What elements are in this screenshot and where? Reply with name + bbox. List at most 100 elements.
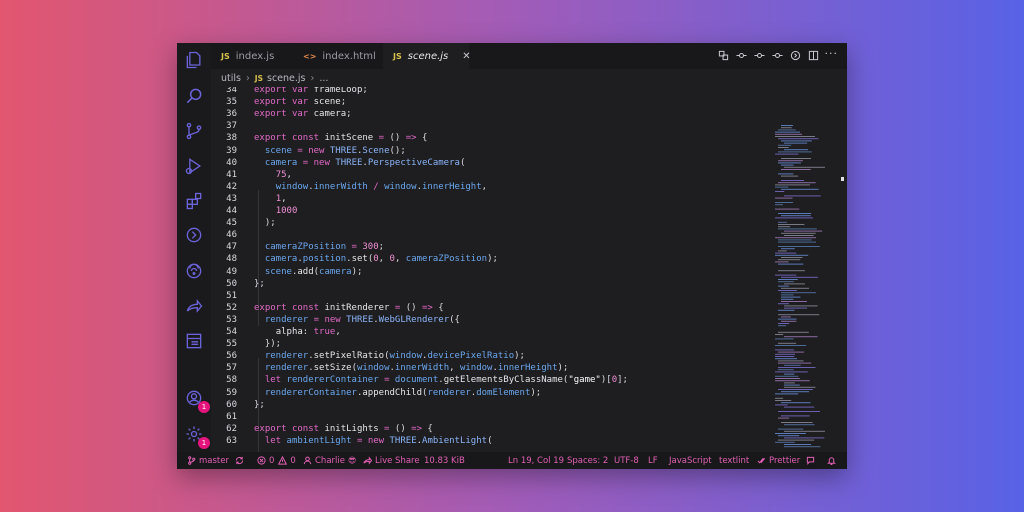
prettier-status[interactable]: Prettier xyxy=(757,452,800,469)
code-text: scene.add(camera); xyxy=(264,266,363,277)
live-share-status[interactable]: Live Share xyxy=(363,452,420,469)
code-line[interactable]: 37 xyxy=(211,120,771,132)
git-next-icon[interactable] xyxy=(772,49,783,61)
minimap-line xyxy=(784,142,808,144)
settings-gear-icon[interactable]: 1 xyxy=(183,423,210,449)
feedback-status[interactable] xyxy=(806,452,818,469)
branch-status[interactable]: master xyxy=(187,452,229,469)
code-line[interactable]: 43 1, xyxy=(211,193,771,205)
source-control-icon[interactable] xyxy=(183,120,205,142)
code-line[interactable]: 48 camera.position.set(0, 0, cameraZPosi… xyxy=(211,253,771,265)
user-status[interactable]: Charlie 😎 xyxy=(303,452,356,469)
encoding[interactable]: UTF-8 xyxy=(614,452,639,469)
language-mode[interactable]: JavaScript xyxy=(669,452,712,469)
minimap-line xyxy=(781,294,794,296)
open-changes-icon[interactable] xyxy=(790,49,801,61)
minimap-line xyxy=(784,195,821,197)
timeline-icon[interactable] xyxy=(183,224,205,246)
code-line[interactable]: 45 ); xyxy=(211,217,771,229)
remote-icon[interactable] xyxy=(183,260,205,282)
code-text: camera.position.set(0, 0, cameraZPositio… xyxy=(264,254,498,265)
code-line[interactable]: 58 let rendererContainer = document.getE… xyxy=(211,374,771,386)
minimap-line xyxy=(781,276,818,278)
code-line[interactable]: 61 xyxy=(211,411,771,423)
code-line[interactable]: 53 renderer = new THREE.WebGLRenderer({ xyxy=(211,314,771,326)
error-count: 0 xyxy=(269,455,275,466)
sync-status[interactable] xyxy=(235,452,247,469)
code-line[interactable]: 46 xyxy=(211,229,771,241)
code-line[interactable]: 59 rendererContainer.appendChild(rendere… xyxy=(211,387,771,399)
code-line[interactable]: 40 camera = new THREE.PerspectiveCamera( xyxy=(211,157,771,169)
tab-index-html[interactable]: <> index.html xyxy=(293,43,383,69)
minimap-line xyxy=(784,386,816,388)
notifications-status[interactable] xyxy=(827,452,839,469)
minimap-line xyxy=(781,180,804,181)
minimap-line xyxy=(781,402,811,404)
git-commit-icon[interactable] xyxy=(736,49,747,61)
code-line[interactable]: 39 scene = new THREE.Scene(); xyxy=(211,145,771,157)
code-line[interactable]: 51 xyxy=(211,290,771,302)
line-number: 56 xyxy=(226,351,237,362)
more-actions-icon[interactable]: ··· xyxy=(825,47,839,60)
explorer-icon[interactable] xyxy=(183,49,205,71)
minimap-slider xyxy=(841,177,844,181)
panel-icon[interactable] xyxy=(183,330,205,352)
cursor-position[interactable]: Ln 19, Col 19 xyxy=(508,452,564,469)
extensions-icon[interactable] xyxy=(183,190,205,212)
minimap-line xyxy=(775,441,795,443)
minimap[interactable] xyxy=(771,87,847,452)
code-line[interactable]: 38 export const initScene = () => { xyxy=(211,132,771,144)
js-file-icon: JS xyxy=(221,51,230,61)
minimap-line xyxy=(781,301,807,302)
indentation-label: Spaces: 2 xyxy=(567,455,609,466)
live-share-icon[interactable] xyxy=(183,295,205,317)
linter-status[interactable]: textlint xyxy=(719,452,749,469)
code-line[interactable]: 52 export const initRenderer = () => { xyxy=(211,302,771,314)
code-line[interactable]: 41 75, xyxy=(211,169,771,181)
code-line[interactable]: 63 let ambientLight = new THREE.AmbientL… xyxy=(211,435,771,447)
code-line[interactable]: 35 export var scene; xyxy=(211,96,771,108)
problems-status[interactable]: 0 0 xyxy=(257,452,296,469)
split-editor-icon[interactable] xyxy=(808,49,819,61)
close-tab-icon[interactable]: ✕ xyxy=(462,51,470,62)
minimap-line xyxy=(784,373,795,375)
compare-icon[interactable] xyxy=(718,49,729,61)
settings-badge: 1 xyxy=(198,437,210,449)
minimap-line xyxy=(778,314,820,316)
line-number: 59 xyxy=(226,387,237,398)
minimap-line xyxy=(781,175,799,177)
minimap-line xyxy=(775,433,806,434)
tab-index-js[interactable]: JS index.js xyxy=(211,43,293,69)
code-line[interactable]: 57 renderer.setSize(window.innerWidth, w… xyxy=(211,362,771,374)
code-line[interactable]: 42 window.innerWidth / window.innerHeigh… xyxy=(211,181,771,193)
code-line[interactable]: 60}; xyxy=(211,399,771,411)
minimap-canvas xyxy=(775,125,844,448)
code-line[interactable]: 47 cameraZPosition = 300; xyxy=(211,241,771,253)
breadcrumb-file[interactable]: scene.js xyxy=(267,73,306,84)
minimap-line xyxy=(778,439,815,441)
code-editor[interactable]: 34 export var frameLoop; 35 export var scen… xyxy=(211,87,771,452)
code-line[interactable]: 36 export var camera; xyxy=(211,108,771,120)
accounts-icon[interactable]: 1 xyxy=(183,387,210,413)
line-ending[interactable]: LF xyxy=(648,452,658,469)
run-debug-icon[interactable] xyxy=(183,155,205,177)
minimap-line xyxy=(775,208,800,210)
code-line[interactable]: 49 scene.add(camera); xyxy=(211,266,771,278)
breadcrumb-symbol[interactable]: ... xyxy=(319,73,328,84)
indentation[interactable]: Spaces: 2 xyxy=(567,452,608,469)
code-line[interactable]: 55 }); xyxy=(211,338,771,350)
code-line[interactable]: 44 1000 xyxy=(211,205,771,217)
minimap-line xyxy=(775,217,813,219)
breadcrumb-folder[interactable]: utils xyxy=(221,73,241,84)
code-line[interactable]: 50}; xyxy=(211,278,771,290)
code-line[interactable]: 54 alpha: true, xyxy=(211,326,771,338)
code-text: export const initRenderer = () => { xyxy=(254,302,444,313)
minimap-line xyxy=(781,248,795,250)
code-line[interactable]: 56 renderer.setPixelRatio(window.deviceP… xyxy=(211,350,771,362)
minimap-line xyxy=(775,237,817,239)
tab-scene-js[interactable]: JS scene.js ✕ xyxy=(383,43,471,69)
search-icon[interactable] xyxy=(183,85,205,107)
code-line[interactable]: 34 export var frameLoop; xyxy=(211,87,771,96)
code-line[interactable]: 62 export const initLights = () => { xyxy=(211,423,771,435)
git-prev-icon[interactable] xyxy=(754,49,765,61)
